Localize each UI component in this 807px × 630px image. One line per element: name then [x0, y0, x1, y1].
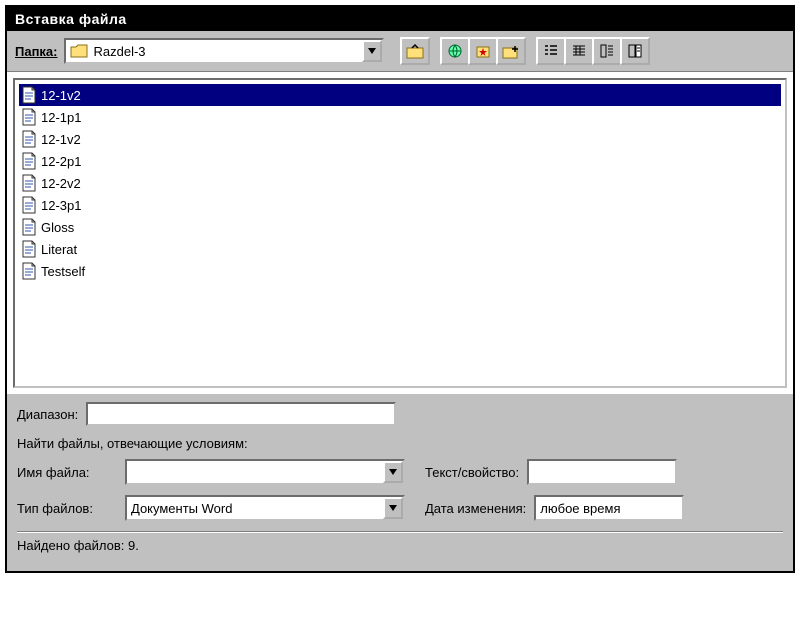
- file-name: 12-1v2: [41, 88, 81, 103]
- search-web-button[interactable]: [440, 37, 470, 65]
- modified-combo[interactable]: любое время: [534, 495, 684, 521]
- file-item[interactable]: Literat: [19, 238, 781, 260]
- lower-panel: Диапазон: Найти файлы, отвечающие услови…: [7, 394, 793, 571]
- toolbar: Папка: Razdel-3: [7, 31, 793, 72]
- file-item[interactable]: 12-1v2: [19, 128, 781, 150]
- file-name: 12-1v2: [41, 132, 81, 147]
- filetype-combo[interactable]: Документы Word: [125, 495, 405, 521]
- file-item[interactable]: 12-2v2: [19, 172, 781, 194]
- new-folder-button[interactable]: [496, 37, 526, 65]
- details-view-button[interactable]: [564, 37, 594, 65]
- folder-icon: [70, 44, 88, 58]
- range-input[interactable]: [86, 402, 396, 426]
- filename-value: [127, 470, 383, 474]
- window-title: Вставка файла: [15, 11, 127, 27]
- filetype-label: Тип файлов:: [17, 501, 117, 516]
- up-one-level-button[interactable]: [400, 37, 430, 65]
- favorites-button[interactable]: [468, 37, 498, 65]
- folder-name: Razdel-3: [92, 42, 362, 61]
- file-item[interactable]: 12-1v2: [19, 84, 781, 106]
- document-icon: [21, 196, 37, 214]
- preview-view-button[interactable]: [620, 37, 650, 65]
- file-item[interactable]: Testself: [19, 260, 781, 282]
- text-prop-combo[interactable]: [527, 459, 677, 485]
- document-icon: [21, 174, 37, 192]
- document-icon: [21, 240, 37, 258]
- range-label: Диапазон:: [17, 407, 78, 422]
- modified-label: Дата изменения:: [425, 501, 526, 516]
- insert-file-dialog: Вставка файла Папка: Razdel-3: [5, 5, 795, 573]
- file-name: Gloss: [41, 220, 74, 235]
- file-item[interactable]: Gloss: [19, 216, 781, 238]
- file-name: 12-1p1: [41, 110, 81, 125]
- file-item[interactable]: 12-2p1: [19, 150, 781, 172]
- find-section-label: Найти файлы, отвечающие условиям:: [17, 436, 783, 451]
- tool-group-views: [536, 37, 650, 65]
- text-prop-label: Текст/свойство:: [425, 465, 519, 480]
- chevron-down-icon[interactable]: [383, 497, 403, 519]
- chevron-down-icon[interactable]: [362, 40, 382, 62]
- filename-combo[interactable]: [125, 459, 405, 485]
- chevron-down-icon[interactable]: [383, 461, 403, 483]
- filename-label: Имя файла:: [17, 465, 117, 480]
- text-prop-value: [529, 470, 675, 474]
- document-icon: [21, 218, 37, 236]
- document-icon: [21, 86, 37, 104]
- file-name: 12-2v2: [41, 176, 81, 191]
- file-item[interactable]: 12-1p1: [19, 106, 781, 128]
- tool-group-web: [440, 37, 526, 65]
- folder-label: Папка:: [15, 44, 58, 59]
- properties-view-button[interactable]: [592, 37, 622, 65]
- file-name: Literat: [41, 242, 77, 257]
- file-name: 12-3p1: [41, 198, 81, 213]
- document-icon: [21, 130, 37, 148]
- status-found: Найдено файлов: 9.: [17, 538, 139, 553]
- folder-dropdown[interactable]: Razdel-3: [64, 38, 384, 64]
- file-item[interactable]: 12-3p1: [19, 194, 781, 216]
- list-view-button[interactable]: [536, 37, 566, 65]
- file-list[interactable]: 12-1v2 12-1p1 12-1v2 12-2p1 12-2v2 12-3p1 Glos…: [13, 78, 787, 388]
- modified-value: любое время: [536, 499, 682, 518]
- titlebar: Вставка файла: [7, 7, 793, 31]
- document-icon: [21, 152, 37, 170]
- document-icon: [21, 262, 37, 280]
- filetype-value: Документы Word: [127, 499, 383, 518]
- file-name: Testself: [41, 264, 85, 279]
- file-name: 12-2p1: [41, 154, 81, 169]
- document-icon: [21, 108, 37, 126]
